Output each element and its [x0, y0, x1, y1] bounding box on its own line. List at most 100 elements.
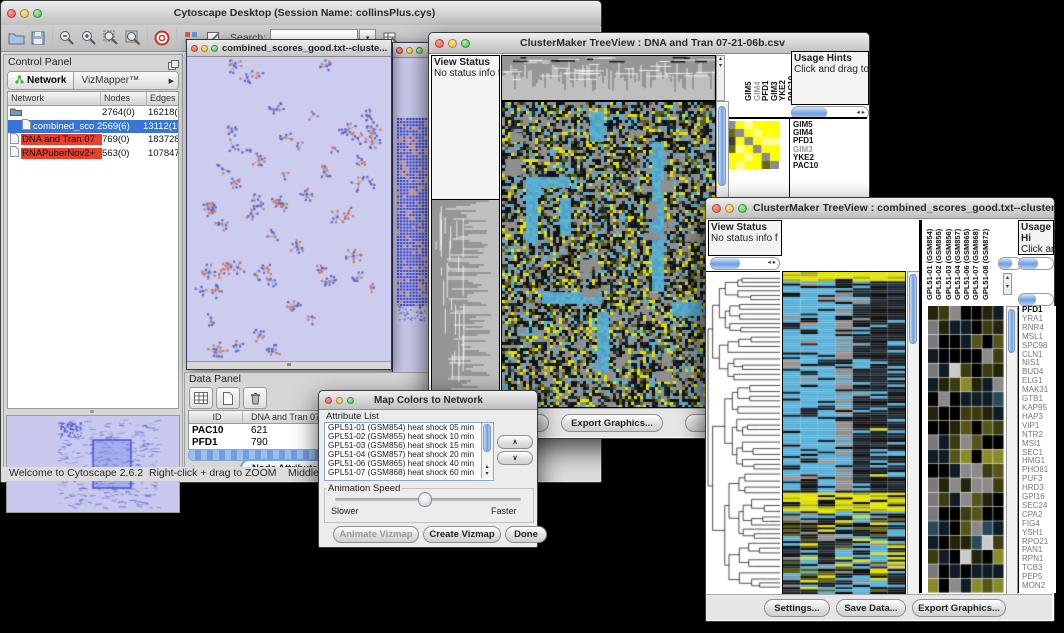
network-nodes: 563(0)	[102, 148, 148, 159]
attribute-listbox[interactable]: GPL51-01 (GSM854) heat shock 05 minGPL51…	[324, 422, 494, 481]
attribute-item[interactable]: GPL51-02 (GSM855) heat shock 10 min	[325, 432, 493, 441]
network1-titlebar[interactable]: combined_scores_good.txt--cluste...	[187, 40, 391, 57]
network-row[interactable]: RNAPuberNov2+ 563(0) 107847(0)	[8, 147, 178, 161]
network-file-icon	[10, 133, 19, 147]
done-button[interactable]: Done	[505, 526, 547, 543]
zoom-window-icon[interactable]	[416, 47, 423, 54]
tv1-global-heatmap[interactable]	[501, 101, 716, 408]
attribute-item[interactable]: GPL51-01 (GSM854) heat shock 05 min	[325, 423, 493, 432]
tv2-zoom-vscrollbar[interactable]	[1006, 306, 1018, 595]
scroll-up-icon[interactable]: ▴	[485, 464, 488, 470]
tv1-mini-scrollbar[interactable]: ▴▾	[716, 55, 725, 101]
tv1-zoom-heatmap[interactable]	[727, 121, 779, 169]
tv2-status-scrollbar[interactable]: ◂▸	[710, 257, 780, 270]
col-id[interactable]: ID	[189, 411, 243, 423]
scroll-right-icon[interactable]: ▸	[773, 260, 776, 267]
new-attribute-icon[interactable]	[216, 387, 240, 409]
minimize-icon[interactable]	[406, 47, 413, 54]
faster-label: Faster	[491, 506, 517, 516]
minimize-icon[interactable]	[725, 204, 734, 213]
tv2-hints-scrollbar[interactable]	[1018, 257, 1054, 270]
col-network[interactable]: Network	[8, 92, 101, 105]
network-row[interactable]: 2764(0) 16218(0)	[8, 106, 178, 120]
close-icon[interactable]	[191, 45, 198, 52]
zoom-out-icon[interactable]	[56, 28, 78, 48]
scroll-down-icon[interactable]: ▾	[719, 63, 722, 69]
treeview2-titlebar[interactable]: ClusterMaker TreeView : combined_scores_…	[706, 198, 1054, 219]
network-row[interactable]: DNA and Tran 07 769(0) 183728(0)	[8, 133, 178, 147]
open-file-button[interactable]	[5, 28, 27, 48]
scroll-up-icon[interactable]: ▴	[1006, 275, 1009, 281]
close-icon[interactable]	[325, 397, 332, 404]
tv2-zoom-heatmap[interactable]	[928, 306, 1004, 593]
attribute-select-icon[interactable]	[189, 387, 213, 409]
scroll-right-icon[interactable]: ▸	[862, 110, 865, 117]
save-button[interactable]	[27, 28, 49, 48]
col-nodes[interactable]: Nodes	[101, 92, 147, 105]
move-up-button[interactable]: ∧	[497, 435, 533, 449]
minimize-icon[interactable]	[20, 9, 29, 18]
save-data-button[interactable]: Save Data...	[836, 599, 906, 617]
tab-network[interactable]: Network	[8, 72, 74, 89]
status-welcome: Welcome to Cytoscape 2.6.2	[9, 467, 143, 479]
zoom-fit-icon[interactable]	[122, 28, 144, 48]
network1-resize-strip[interactable]	[187, 361, 391, 369]
dialog-titlebar[interactable]: Map Colors to Network	[319, 391, 537, 410]
dialog-title: Map Colors to Network	[360, 395, 537, 406]
attribute-item[interactable]: GPL51-03 (GSM856) heat shock 15 min	[325, 441, 493, 450]
create-vizmap-button[interactable]: Create Vizmap	[423, 526, 501, 543]
treeview1-title: ClusterMaker TreeView : DNA and Tran 07-…	[476, 37, 869, 49]
network-overview-canvas[interactable]	[6, 415, 180, 513]
close-icon[interactable]	[435, 39, 444, 48]
zoom-window-icon[interactable]	[738, 204, 747, 213]
col-edges[interactable]: Edges	[147, 92, 178, 105]
map-colors-dialog: Map Colors to Network Attribute List GPL…	[318, 390, 538, 548]
zoom-window-icon[interactable]	[33, 9, 42, 18]
tv1-gene[interactable]: PAC10	[793, 162, 868, 170]
scroll-left-icon[interactable]: ◂	[767, 260, 770, 267]
network2-canvas[interactable]	[393, 58, 429, 372]
zoom-window-icon[interactable]	[211, 45, 218, 52]
minimize-icon[interactable]	[448, 39, 457, 48]
zoom-window-icon[interactable]	[461, 39, 470, 48]
tab-vizmapper[interactable]: VizMapper™	[74, 75, 146, 86]
minimize-icon[interactable]	[336, 397, 343, 404]
tv1-column-dendrogram[interactable]	[501, 55, 716, 101]
settings-button[interactable]: Settings...	[764, 599, 830, 617]
main-titlebar[interactable]: Cytoscape Desktop (Session Name: collins…	[1, 1, 601, 26]
scroll-up-icon[interactable]: ▴	[719, 56, 722, 62]
tv2-genes-scrollbar[interactable]	[1018, 293, 1054, 306]
scroll-left-icon[interactable]: ◂	[856, 110, 859, 117]
help-lifesaver-icon[interactable]	[151, 28, 173, 48]
export-graphics-button[interactable]: Export Graphics...	[912, 599, 1006, 617]
minimize-icon[interactable]	[201, 45, 208, 52]
zoom-selected-icon[interactable]	[100, 28, 122, 48]
attribute-item[interactable]: GPL51-06 (GSM865) heat shock 40 min	[325, 459, 493, 468]
network1-canvas[interactable]	[187, 57, 389, 361]
tab-more-button[interactable]: ▶	[169, 77, 178, 85]
close-icon[interactable]	[712, 204, 721, 213]
zoom-window-icon[interactable]	[347, 397, 354, 404]
tv2-gene-list: PFD1YRA1RNR4MSL1SPC98CLN1NIS1BUD4ELG1MAK…	[1018, 306, 1056, 593]
tv2-gene[interactable]: MON2	[1022, 582, 1056, 591]
panel-splitter[interactable]	[7, 408, 177, 414]
export-graphics-button[interactable]: Export Graphics...	[561, 414, 663, 432]
network-view-window-2	[392, 42, 432, 374]
zoom-in-icon[interactable]	[78, 28, 100, 48]
animate-vizmap-button[interactable]: Animate Vizmap	[333, 526, 419, 543]
move-down-button[interactable]: ∨	[497, 451, 533, 465]
speed-slider-thumb[interactable]	[418, 492, 432, 507]
close-icon[interactable]	[7, 9, 16, 18]
scroll-down-icon[interactable]: ▾	[485, 471, 488, 477]
network-row-selected[interactable]: combined_sco 2569(6) 13112(15)	[8, 120, 178, 134]
attribute-list-scrollbar[interactable]: ▴▾	[481, 423, 493, 478]
network2-titlebar[interactable]	[393, 43, 431, 58]
attribute-item[interactable]: GPL51-04 (GSM857) heat shock 20 min	[325, 450, 493, 459]
attribute-item[interactable]: GPL51-07 (GSM868) heat shock 60 min	[325, 468, 493, 477]
tv2-row-dendrogram[interactable]	[706, 271, 780, 594]
scroll-down-icon[interactable]: ▾	[1006, 284, 1009, 290]
close-icon[interactable]	[396, 47, 403, 54]
delete-attribute-icon[interactable]	[243, 387, 267, 409]
tv2-global-heatmap[interactable]	[782, 271, 906, 595]
tv2-mini-scrollbar[interactable]: ▴▾	[1003, 273, 1012, 295]
